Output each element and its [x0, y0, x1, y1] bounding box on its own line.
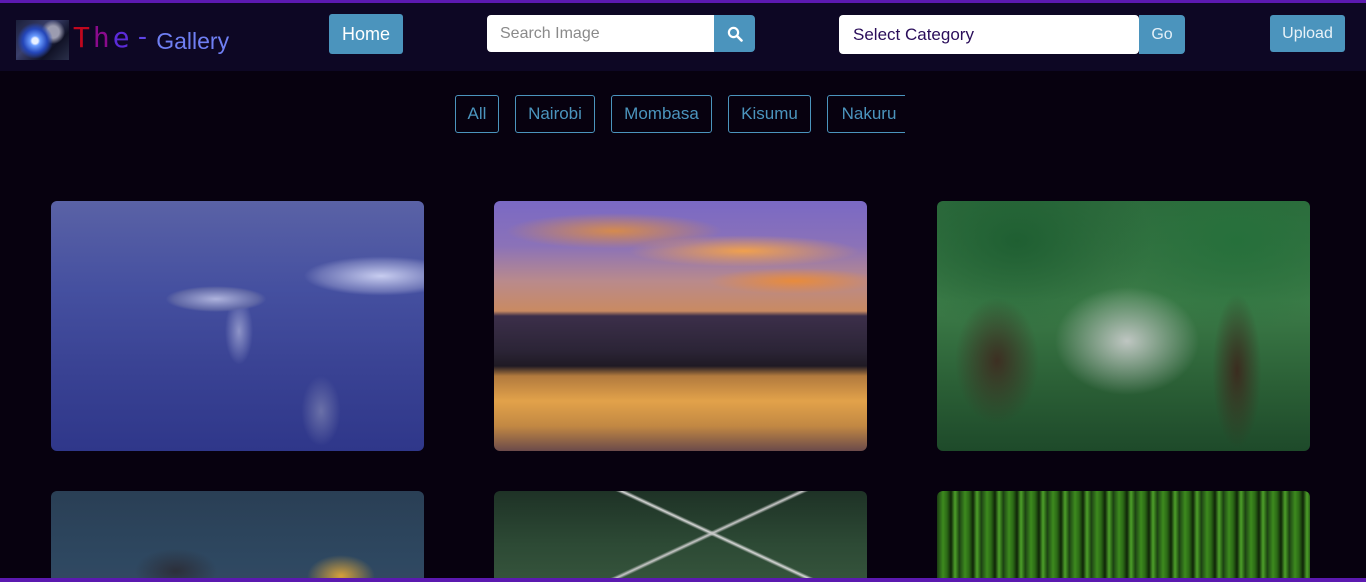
category-select[interactable]: Select Category [839, 15, 1139, 54]
brand-dash: - [134, 22, 151, 52]
logo-image [16, 20, 69, 60]
gallery-image-sunset-lake[interactable] [494, 201, 867, 451]
category-filter-bar: All Nairobi Mombasa Kisumu Nakuru [0, 95, 1366, 135]
filter-mombasa-button[interactable]: Mombasa [611, 95, 712, 133]
gallery-image-mountains[interactable] [51, 491, 424, 582]
search-input[interactable]: Search Image [487, 15, 714, 52]
search-button[interactable] [714, 15, 755, 52]
navbar: The - Gallery Home Search Image Select C… [0, 3, 1366, 71]
filter-nakuru-button[interactable]: Nakuru [827, 95, 911, 133]
gallery-image-bamboo-forest[interactable] [937, 491, 1310, 582]
home-button[interactable]: Home [329, 14, 403, 54]
brand-letter-h: h [92, 20, 113, 54]
search-icon [727, 26, 743, 42]
go-button[interactable]: Go [1139, 15, 1185, 54]
filter-kisumu-button[interactable]: Kisumu [728, 95, 811, 133]
brand-letter-e: e [112, 20, 133, 54]
bottom-accent-line [0, 578, 1366, 582]
filter-nairobi-button[interactable]: Nairobi [515, 95, 595, 133]
brand-link[interactable]: The - Gallery [16, 19, 229, 61]
gallery-image-dolphins[interactable] [51, 201, 424, 451]
brand-gallery: Gallery [156, 27, 230, 54]
upload-button[interactable]: Upload [1270, 15, 1345, 52]
gallery-image-rope-bridge[interactable] [494, 491, 867, 582]
brand-letter-t: T [73, 20, 93, 54]
filter-all-button[interactable]: All [455, 95, 499, 133]
filter-bar-clip [905, 95, 925, 135]
brand-the: The [73, 21, 133, 54]
gallery-image-forest-trees[interactable] [937, 201, 1310, 451]
